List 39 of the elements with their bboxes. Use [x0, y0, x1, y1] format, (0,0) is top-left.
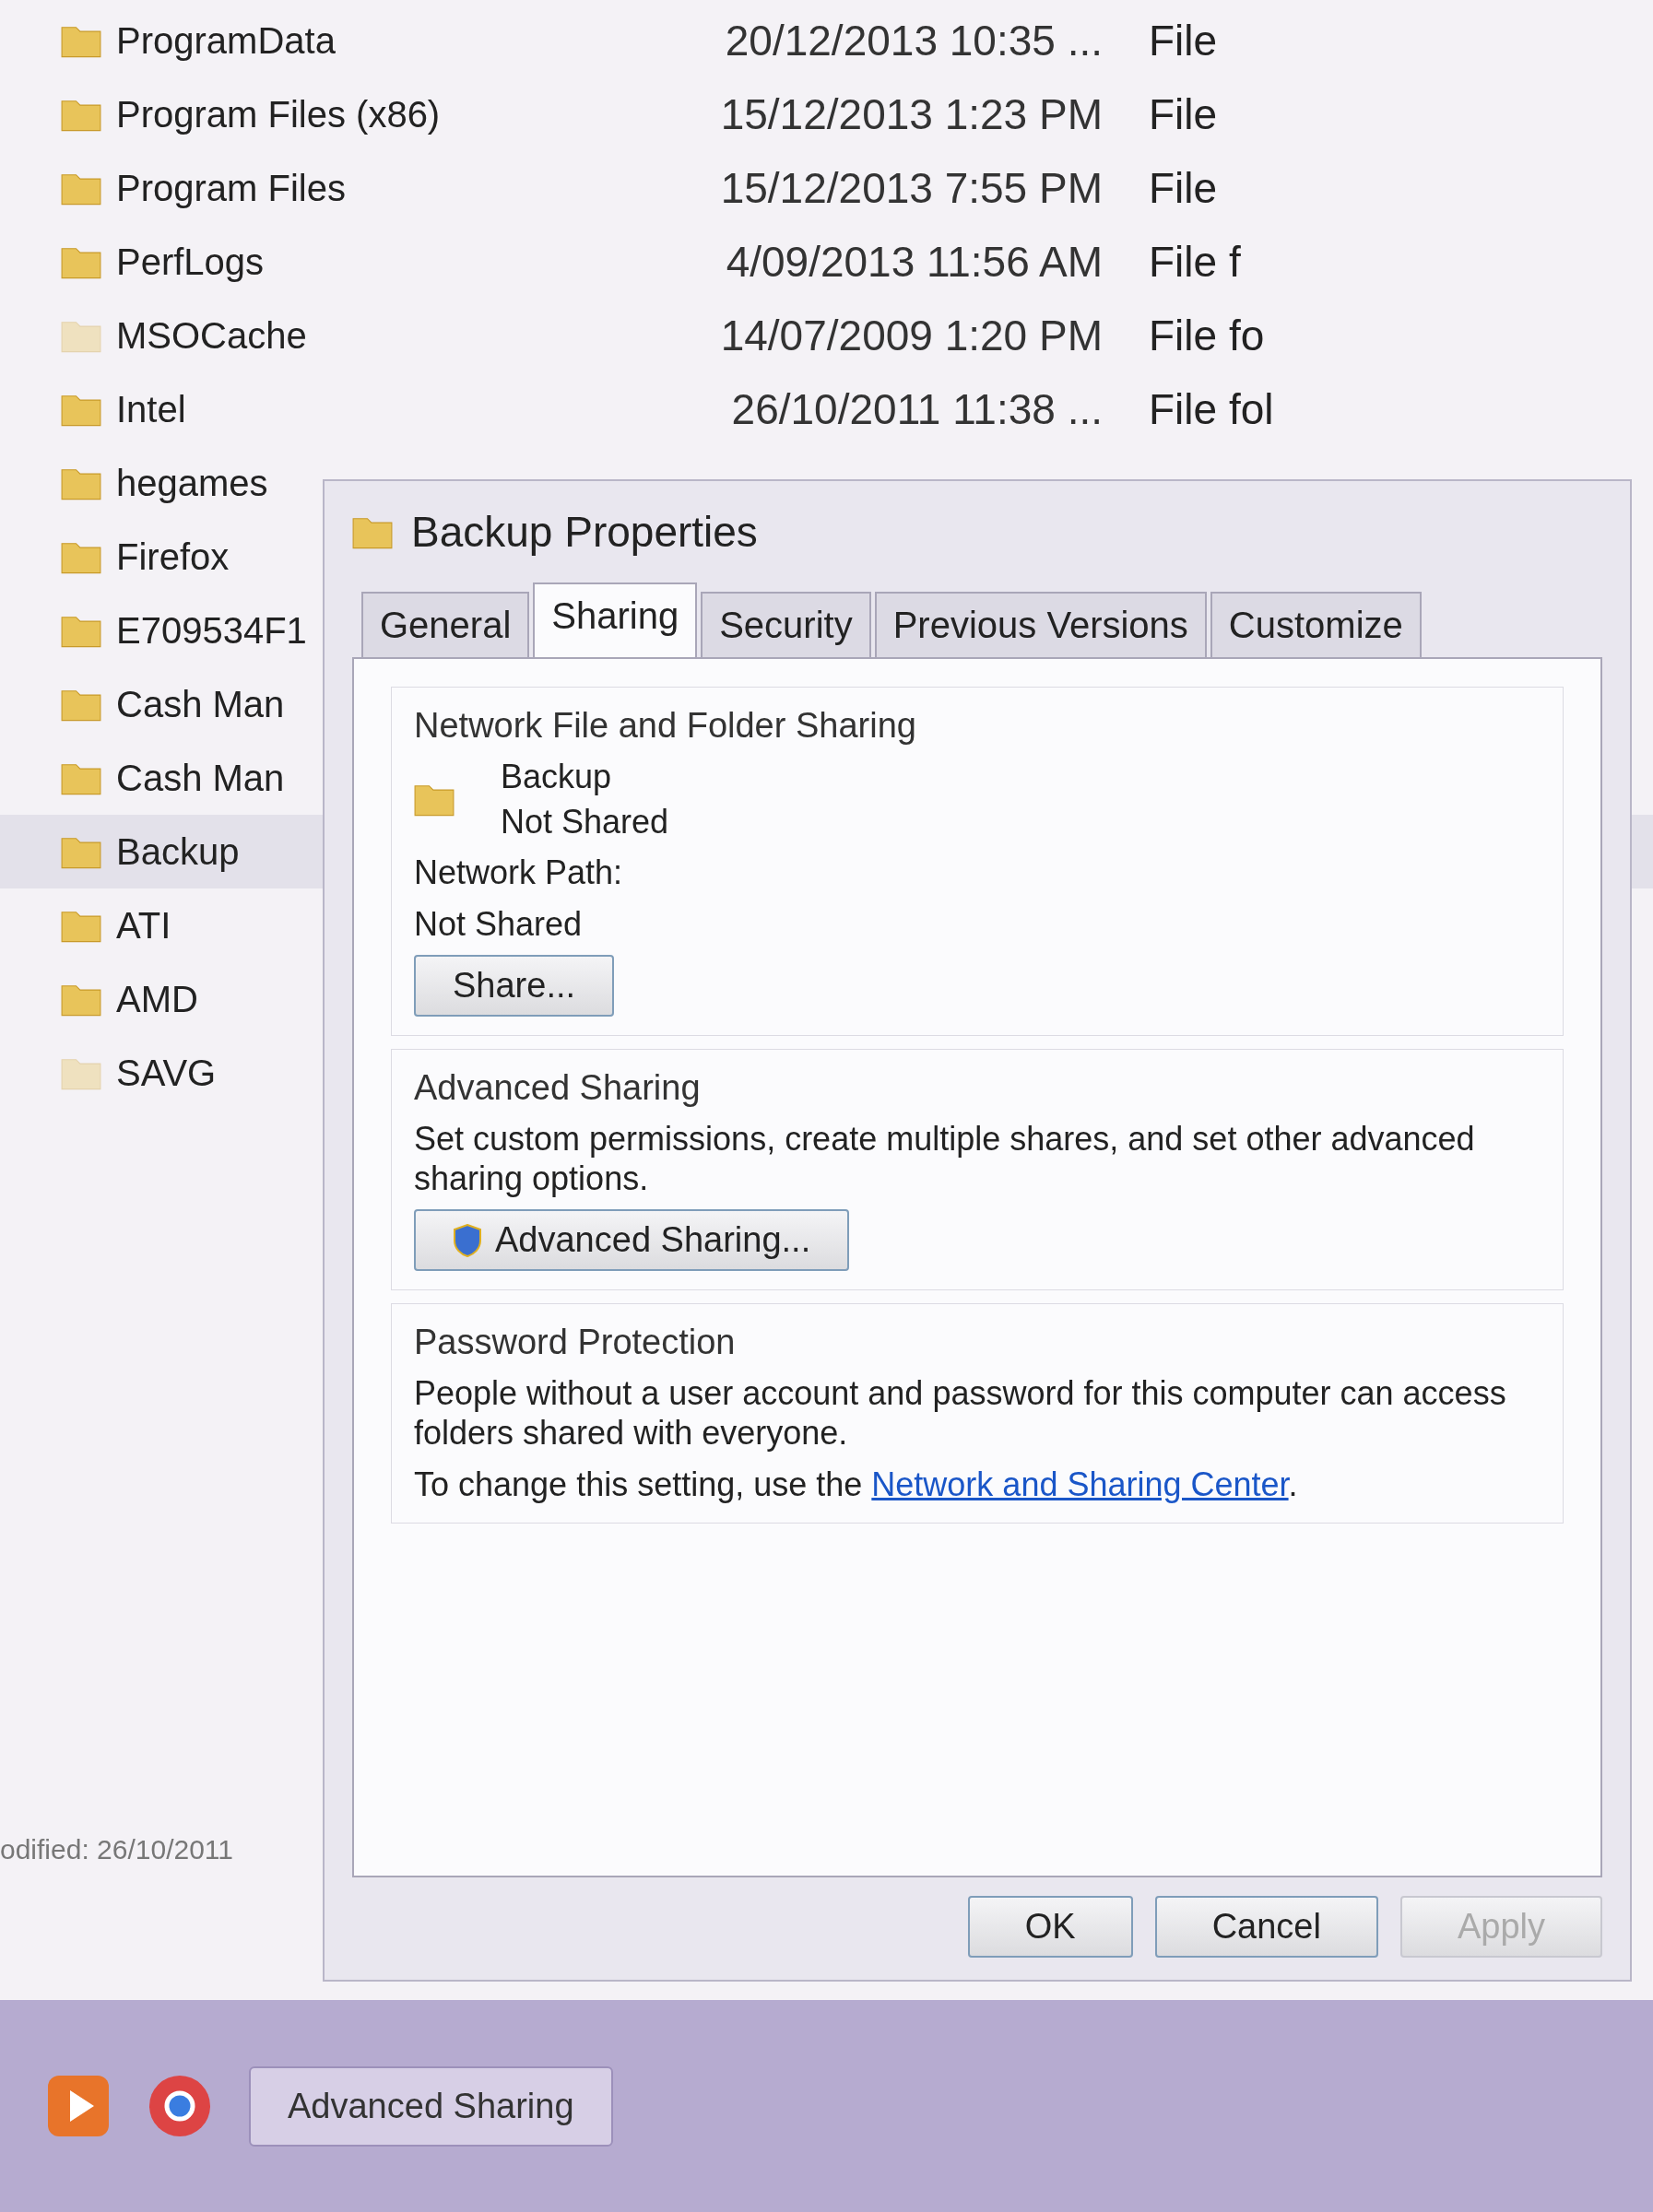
folder-name: Cash Man — [116, 757, 285, 799]
folder-name: ProgramData — [116, 19, 336, 62]
folder-name: Intel — [116, 388, 186, 430]
network-path: Not Shared — [414, 903, 584, 944]
date-modified: 26/10/2011 11:38 ... — [730, 384, 1103, 434]
status-text: odified: 26/10/2011 — [0, 1834, 233, 1865]
folder-name: MSOCache — [116, 314, 307, 357]
group-heading: Network File and Folder Sharing — [414, 706, 917, 746]
folder-name: Program Files (x86) — [116, 93, 441, 135]
date-modified: 4/09/2013 11:56 AM — [725, 237, 1103, 287]
date-modified: 15/12/2013 1:23 PM — [719, 89, 1103, 139]
folder-name: ATI — [116, 904, 171, 947]
folder-name: E709534F1 — [116, 609, 307, 652]
file-type: File fol — [1148, 384, 1275, 434]
file-type: File — [1148, 163, 1219, 213]
group-heading: Advanced Sharing — [414, 1067, 702, 1108]
window-title: Backup Properties — [411, 507, 758, 557]
setting-hint: To change this setting, use the Network and Sharing Center. — [414, 1464, 1299, 1504]
folder-name: hegames — [116, 462, 268, 504]
group-heading: Password Protection — [414, 1323, 737, 1363]
folder-name: SAVG — [116, 1052, 217, 1094]
description: Set custom permissions, create multiple shares, and set other advanced sharing options. — [414, 1118, 1476, 1199]
file-type: File — [1148, 16, 1219, 65]
file-type: File — [1148, 89, 1219, 139]
folder-name: Backup — [501, 757, 613, 797]
folder-name: Cash Man — [116, 683, 285, 725]
folder-name: AMD — [116, 978, 198, 1020]
share-status: Not Shared — [501, 802, 669, 842]
field-label: Network Path: — [414, 853, 624, 893]
folder-name: Firefox — [116, 535, 230, 578]
folder-name: Backup — [116, 830, 240, 873]
date-modified: 14/07/2009 1:20 PM — [719, 311, 1103, 360]
date-modified: 20/12/2013 10:35 ... — [724, 16, 1103, 65]
file-type: File fo — [1148, 311, 1266, 360]
folder-name: Program Files — [116, 167, 346, 209]
file-type: File f — [1148, 237, 1242, 287]
date-modified: 15/12/2013 7:55 PM — [719, 163, 1103, 213]
folder-name: PerfLogs — [116, 241, 265, 283]
description: People without a user account and password for this computer can access folders shared with everyone. — [414, 1373, 1507, 1453]
